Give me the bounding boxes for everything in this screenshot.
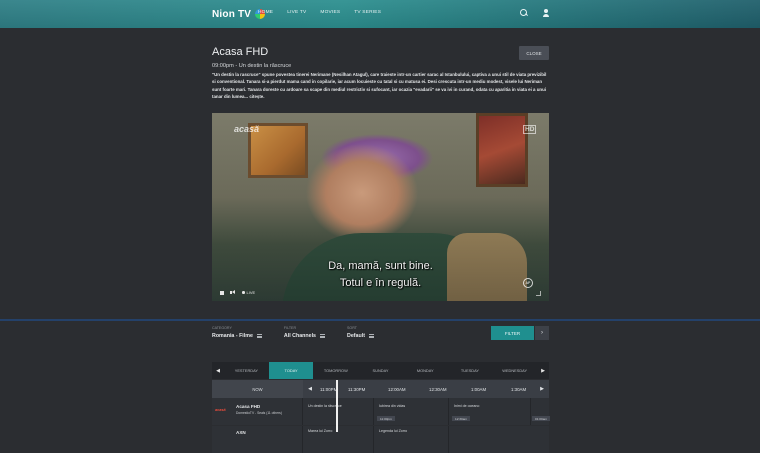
subtitle-line-1: Da, mamă, sunt bine. xyxy=(328,260,433,272)
program-cell[interactable]: 01:00am xyxy=(531,398,551,425)
day-tab-tomorrow[interactable]: TOMORROW xyxy=(313,362,358,379)
day-tab-tuesday[interactable]: TUESDAY xyxy=(448,362,493,379)
now-button[interactable]: NOW xyxy=(212,380,303,398)
category-value-row: Romania - Filme xyxy=(212,333,262,339)
sort-label: SORT xyxy=(347,326,357,330)
program-time-tag: 11:00pm xyxy=(377,416,395,421)
time-slot: 12:30AM xyxy=(429,386,447,392)
time-slot: 1:30AM xyxy=(511,386,527,392)
category-value: Romania - Filme xyxy=(212,333,253,339)
menu-icon xyxy=(368,334,374,338)
epg-guide: ◀ YESTERDAY TODAY TOMORROW SUNDAY MONDAY… xyxy=(212,362,551,453)
time-slot: 11:00PM xyxy=(320,386,338,392)
channel-cell[interactable]: acasă Acasa FHD DomestioTV - Seals (11 o… xyxy=(212,398,303,425)
time-slot: 1:00AM xyxy=(471,386,487,392)
channel-logo: acasă xyxy=(215,408,226,412)
nav-item-movies[interactable]: MOVIES xyxy=(320,10,340,15)
user-icon[interactable] xyxy=(542,9,550,17)
video-frame-painting-2 xyxy=(476,113,528,187)
top-bar: Nion TV HOME LIVE TV MOVIES TV SERIES xyxy=(0,0,760,28)
sort-filter[interactable]: SORT Default xyxy=(347,326,374,339)
volume-icon[interactable] xyxy=(230,290,236,295)
current-time-line xyxy=(336,380,338,432)
day-selector: ◀ YESTERDAY TODAY TOMORROW SUNDAY MONDAY… xyxy=(212,362,549,379)
audio-description-badge: AP xyxy=(523,278,533,288)
time-slot: 12:00AM xyxy=(388,386,406,392)
program-cell[interactable]: Iubirea din vidas 11:00pm xyxy=(374,398,449,425)
program-cell[interactable]: Marea lui Zorro xyxy=(303,426,374,453)
search-icon[interactable] xyxy=(520,9,528,17)
channel-watermark: acasă xyxy=(234,124,260,134)
fullscreen-icon[interactable] xyxy=(536,291,541,296)
menu-icon xyxy=(256,334,262,338)
main-nav: HOME LIVE TV MOVIES TV SERIES xyxy=(258,10,381,15)
stop-icon[interactable] xyxy=(220,290,224,295)
sort-value-row: Default xyxy=(347,333,374,339)
nav-item-tv-series[interactable]: TV SERIES xyxy=(354,10,381,15)
menu-icon xyxy=(320,334,326,338)
filter-value-row: All Channels xyxy=(283,333,326,339)
program-description: "Un destin la rascruce" spune povestea t… xyxy=(212,72,547,99)
program-time-tag: 12:30am xyxy=(452,416,471,421)
program-cell-title: Marea lui Zorro xyxy=(308,429,333,433)
day-tab-sunday[interactable]: SUNDAY xyxy=(358,362,403,379)
day-tab-yesterday[interactable]: YESTERDAY xyxy=(224,362,269,379)
channel-cell[interactable]: AXN xyxy=(212,426,303,453)
day-tab-monday[interactable]: MONDAY xyxy=(403,362,448,379)
section-divider xyxy=(0,319,760,321)
time-next-arrow-icon[interactable]: ▶ xyxy=(538,380,546,398)
filter-button[interactable]: FILTER xyxy=(491,326,534,340)
filter-more-button[interactable]: › xyxy=(535,326,549,340)
live-dot-icon xyxy=(242,291,245,294)
nav-item-home[interactable]: HOME xyxy=(258,10,273,15)
time-ruler: NOW ◀ 11:00PM 11:30PM 12:00AM 12:30AM 1:… xyxy=(212,380,549,398)
program-time-tag: 01:00am xyxy=(532,416,551,421)
category-filter[interactable]: CATEGORY Romania - Filme xyxy=(212,326,262,339)
player-controls: LIVE xyxy=(220,290,255,295)
filter-value: All Channels xyxy=(283,333,317,339)
subtitle-line-2: Totul e în regulă. xyxy=(339,277,422,289)
program-cell-title: Iubirea din vidas xyxy=(379,404,406,408)
live-indicator: LIVE xyxy=(242,290,255,295)
close-button[interactable]: CLOSE xyxy=(519,46,549,60)
sort-value: Default xyxy=(347,333,365,339)
program-cell[interactable]: Legenda lui Zorro xyxy=(374,426,449,453)
channel-subtitle: DomestioTV - Seals (11 others) xyxy=(236,411,282,415)
day-tab-today[interactable]: TODAY xyxy=(268,362,314,379)
channel-row: acasă Acasa FHD DomestioTV - Seals (11 o… xyxy=(212,398,551,425)
time-prev-arrow-icon[interactable]: ◀ xyxy=(306,380,314,398)
channel-rows: acasă Acasa FHD DomestioTV - Seals (11 o… xyxy=(212,398,551,453)
header-icons xyxy=(520,9,550,17)
category-label: CATEGORY xyxy=(212,326,232,330)
program-title: Acasa FHD xyxy=(212,46,269,58)
channel-name: Acasa FHD xyxy=(236,404,261,409)
filter-label: FILTER xyxy=(283,326,297,330)
time-slot: 11:30PM xyxy=(348,386,366,392)
filters-bar: CATEGORY Romania - Filme FILTER All Chan… xyxy=(212,326,374,339)
nav-item-live-tv[interactable]: LIVE TV xyxy=(287,10,306,15)
live-label: LIVE xyxy=(246,290,256,295)
program-info: Acasa FHD 09:00pm - Un destin la răscruc… xyxy=(212,46,552,100)
program-cell[interactable]: Un destin la răscruce xyxy=(303,398,374,425)
hd-badge: HD xyxy=(523,125,537,134)
app-logo-text: Nion TV xyxy=(212,8,252,20)
program-cell[interactable]: Inimi de oceano 12:30am xyxy=(449,398,531,425)
video-player[interactable]: acasă HD Da, mamă, sunt bine. Totul e în… xyxy=(212,113,549,301)
program-time: 09:00pm - Un destin la răscruce xyxy=(212,63,292,69)
program-cell-title: Inimi de oceano xyxy=(454,404,480,408)
channel-filter[interactable]: FILTER All Channels xyxy=(283,326,326,339)
day-prev-arrow-icon[interactable]: ◀ xyxy=(212,362,224,379)
day-tab-wednesday[interactable]: WEDNESDAY xyxy=(492,362,537,379)
channel-row: AXN Marea lui Zorro Legenda lui Zorro xyxy=(212,426,549,453)
day-next-arrow-icon[interactable]: ▶ xyxy=(537,362,549,379)
channel-name: AXN xyxy=(236,430,246,435)
program-cell-title: Legenda lui Zorro xyxy=(379,429,408,433)
